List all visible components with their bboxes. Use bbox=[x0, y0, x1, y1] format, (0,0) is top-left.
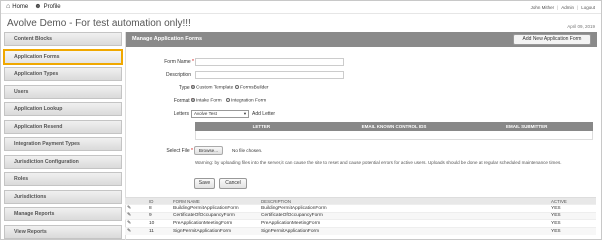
top-bar: ⌂ Home ☻ Profile John Mither | Admin | L… bbox=[1, 1, 601, 14]
cell-id: 9 bbox=[147, 211, 171, 220]
sidebar-item-application-lookup[interactable]: Application Lookup bbox=[4, 102, 122, 116]
letters-select[interactable]: Avolve Test ▼ bbox=[191, 110, 249, 118]
format-option-integration-form[interactable]: Integration Form bbox=[226, 98, 266, 103]
column-header-email-submitter: EMAIL SUBMITTER bbox=[505, 124, 548, 129]
edit-icon[interactable]: ✎ bbox=[125, 211, 147, 220]
cell-active: YES bbox=[549, 219, 596, 228]
home-icon: ⌂ bbox=[6, 3, 11, 10]
sidebar-item-jurisdictions[interactable]: Jurisdictions bbox=[4, 189, 122, 204]
format-label: Format * bbox=[141, 98, 193, 104]
cell-id: 8 bbox=[147, 204, 171, 213]
panel-header: Manage Application Forms Add New Applica… bbox=[126, 32, 597, 47]
sidebar-item-users[interactable]: Users bbox=[4, 84, 122, 99]
app-title: Avolve Demo - For test automation only!!… bbox=[7, 18, 191, 29]
current-date: April 09, 2019 bbox=[567, 24, 595, 29]
column-header-edit bbox=[125, 197, 147, 205]
sidebar-item-view-reports[interactable]: View Reports bbox=[4, 224, 122, 239]
required-marker: * bbox=[190, 59, 194, 65]
description-label: Description bbox=[165, 72, 191, 78]
chevron-down-icon: ▼ bbox=[243, 111, 247, 116]
add-letter-link[interactable]: Add Letter bbox=[252, 111, 275, 117]
user-icon: ☻ bbox=[34, 3, 42, 10]
sidebar-item-manage-reports[interactable]: Manage Reports bbox=[4, 207, 122, 221]
radio-selected-icon bbox=[191, 98, 195, 102]
edit-icon[interactable]: ✎ bbox=[125, 226, 147, 235]
column-header-active[interactable]: ACTIVE bbox=[549, 197, 596, 205]
logout-link[interactable]: Logout bbox=[581, 5, 595, 10]
type-option-formsbuilder[interactable]: FormsBuilder bbox=[235, 85, 269, 90]
panel-title: Manage Application Forms bbox=[132, 36, 203, 42]
cell-active: YES bbox=[549, 211, 596, 220]
save-button[interactable]: Save bbox=[194, 178, 215, 189]
cell-form-name: CertificateOfOccupancyForm bbox=[171, 211, 259, 220]
letters-table-header: LETTER EMAIL KNOWN CONTROL IDS EMAIL SUB… bbox=[195, 122, 593, 131]
no-file-text: No file chosen. bbox=[232, 148, 263, 153]
home-label: Home bbox=[12, 4, 29, 10]
form-name-input[interactable] bbox=[195, 58, 344, 66]
sidebar: Content Blocks Application Forms Applica… bbox=[3, 32, 123, 240]
table-header-row: ID FORM NAME DESCRIPTION ACTIVE bbox=[125, 197, 596, 205]
edit-icon[interactable]: ✎ bbox=[125, 219, 147, 228]
column-header-description[interactable]: DESCRIPTION bbox=[259, 197, 549, 205]
profile-link[interactable]: ☻ Profile bbox=[34, 3, 61, 10]
type-option-custom-template[interactable]: Custom Template bbox=[191, 85, 233, 90]
browse-button[interactable]: Browse... bbox=[194, 146, 223, 155]
cell-form-name: SignPermitApplicationForm bbox=[171, 226, 259, 235]
letters-table-empty-row bbox=[195, 131, 593, 140]
top-nav: ⌂ Home ☻ Profile bbox=[6, 3, 67, 10]
app-window: ⌂ Home ☻ Profile John Mither | Admin | L… bbox=[0, 0, 602, 240]
cell-description: BuildingPermitApplicationForm bbox=[259, 204, 549, 213]
cell-description: PreApplicationMeetingForm bbox=[259, 219, 549, 228]
user-name-link[interactable]: John Mither bbox=[531, 5, 555, 10]
home-link[interactable]: ⌂ Home bbox=[6, 3, 29, 10]
format-option-intake-form[interactable]: Intake Form bbox=[191, 98, 222, 103]
table-row: ✎ 10 PreApplicationMeetingForm PreApplic… bbox=[125, 219, 596, 228]
sidebar-item-application-forms[interactable]: Application Forms bbox=[3, 48, 123, 65]
radio-icon bbox=[226, 98, 230, 102]
table-row: ✎ 8 BuildingPermitApplicationForm Buildi… bbox=[125, 204, 596, 213]
separator: | bbox=[557, 5, 559, 10]
select-file-label: Select File * bbox=[166, 148, 193, 154]
letters-label: Letters bbox=[173, 111, 189, 117]
sidebar-item-integration-payment-types[interactable]: Integration Payment Types bbox=[4, 137, 122, 151]
admin-link[interactable]: Admin bbox=[561, 5, 574, 10]
edit-icon[interactable]: ✎ bbox=[125, 204, 147, 213]
radio-icon bbox=[235, 85, 239, 89]
description-input[interactable] bbox=[195, 71, 344, 79]
cell-active: YES bbox=[549, 226, 596, 235]
upload-warning: Warning: by uploading files into the ser… bbox=[195, 160, 562, 165]
cell-id: 11 bbox=[147, 226, 171, 235]
cell-description: SignPermitApplicationForm bbox=[259, 226, 549, 235]
table-row: ✎ 9 CertificateOfOccupancyForm Certifica… bbox=[125, 211, 596, 220]
cell-id: 10 bbox=[147, 219, 171, 228]
table-row: ✎ 11 SignPermitApplicationForm SignPermi… bbox=[125, 226, 596, 235]
forms-table: ID FORM NAME DESCRIPTION ACTIVE ✎ 8 Buil… bbox=[125, 197, 596, 235]
required-marker: * bbox=[189, 148, 193, 154]
cancel-button[interactable]: Cancel bbox=[219, 178, 247, 189]
cell-form-name: PreApplicationMeetingForm bbox=[171, 219, 259, 228]
add-new-application-form-button[interactable]: Add New Application Form bbox=[513, 34, 591, 45]
form-name-label: Form Name * bbox=[164, 59, 194, 65]
cell-active: YES bbox=[549, 204, 596, 213]
separator: | bbox=[577, 5, 579, 10]
column-header-letter: LETTER bbox=[252, 124, 271, 129]
cell-form-name: BuildingPermitApplicationForm bbox=[171, 204, 259, 213]
column-header-id[interactable]: ID bbox=[147, 197, 171, 205]
type-label: Type * bbox=[141, 85, 193, 91]
sidebar-item-content-blocks[interactable]: Content Blocks bbox=[4, 32, 122, 46]
radio-selected-icon bbox=[191, 85, 195, 89]
sidebar-item-roles[interactable]: Roles bbox=[4, 172, 122, 186]
sidebar-item-application-resend[interactable]: Application Resend bbox=[4, 119, 122, 134]
cell-description: CertificateOfOccupancyForm bbox=[259, 211, 549, 220]
user-links: John Mither | Admin | Logout bbox=[531, 5, 595, 10]
sidebar-item-jurisdiction-configuration[interactable]: Jurisdiction Configuration bbox=[4, 154, 122, 169]
column-header-form-name[interactable]: FORM NAME bbox=[171, 197, 259, 205]
column-header-email-known-control-ids: EMAIL KNOWN CONTROL IDS bbox=[361, 124, 427, 129]
profile-label: Profile bbox=[43, 4, 61, 10]
sidebar-item-application-types[interactable]: Application Types bbox=[4, 67, 122, 81]
